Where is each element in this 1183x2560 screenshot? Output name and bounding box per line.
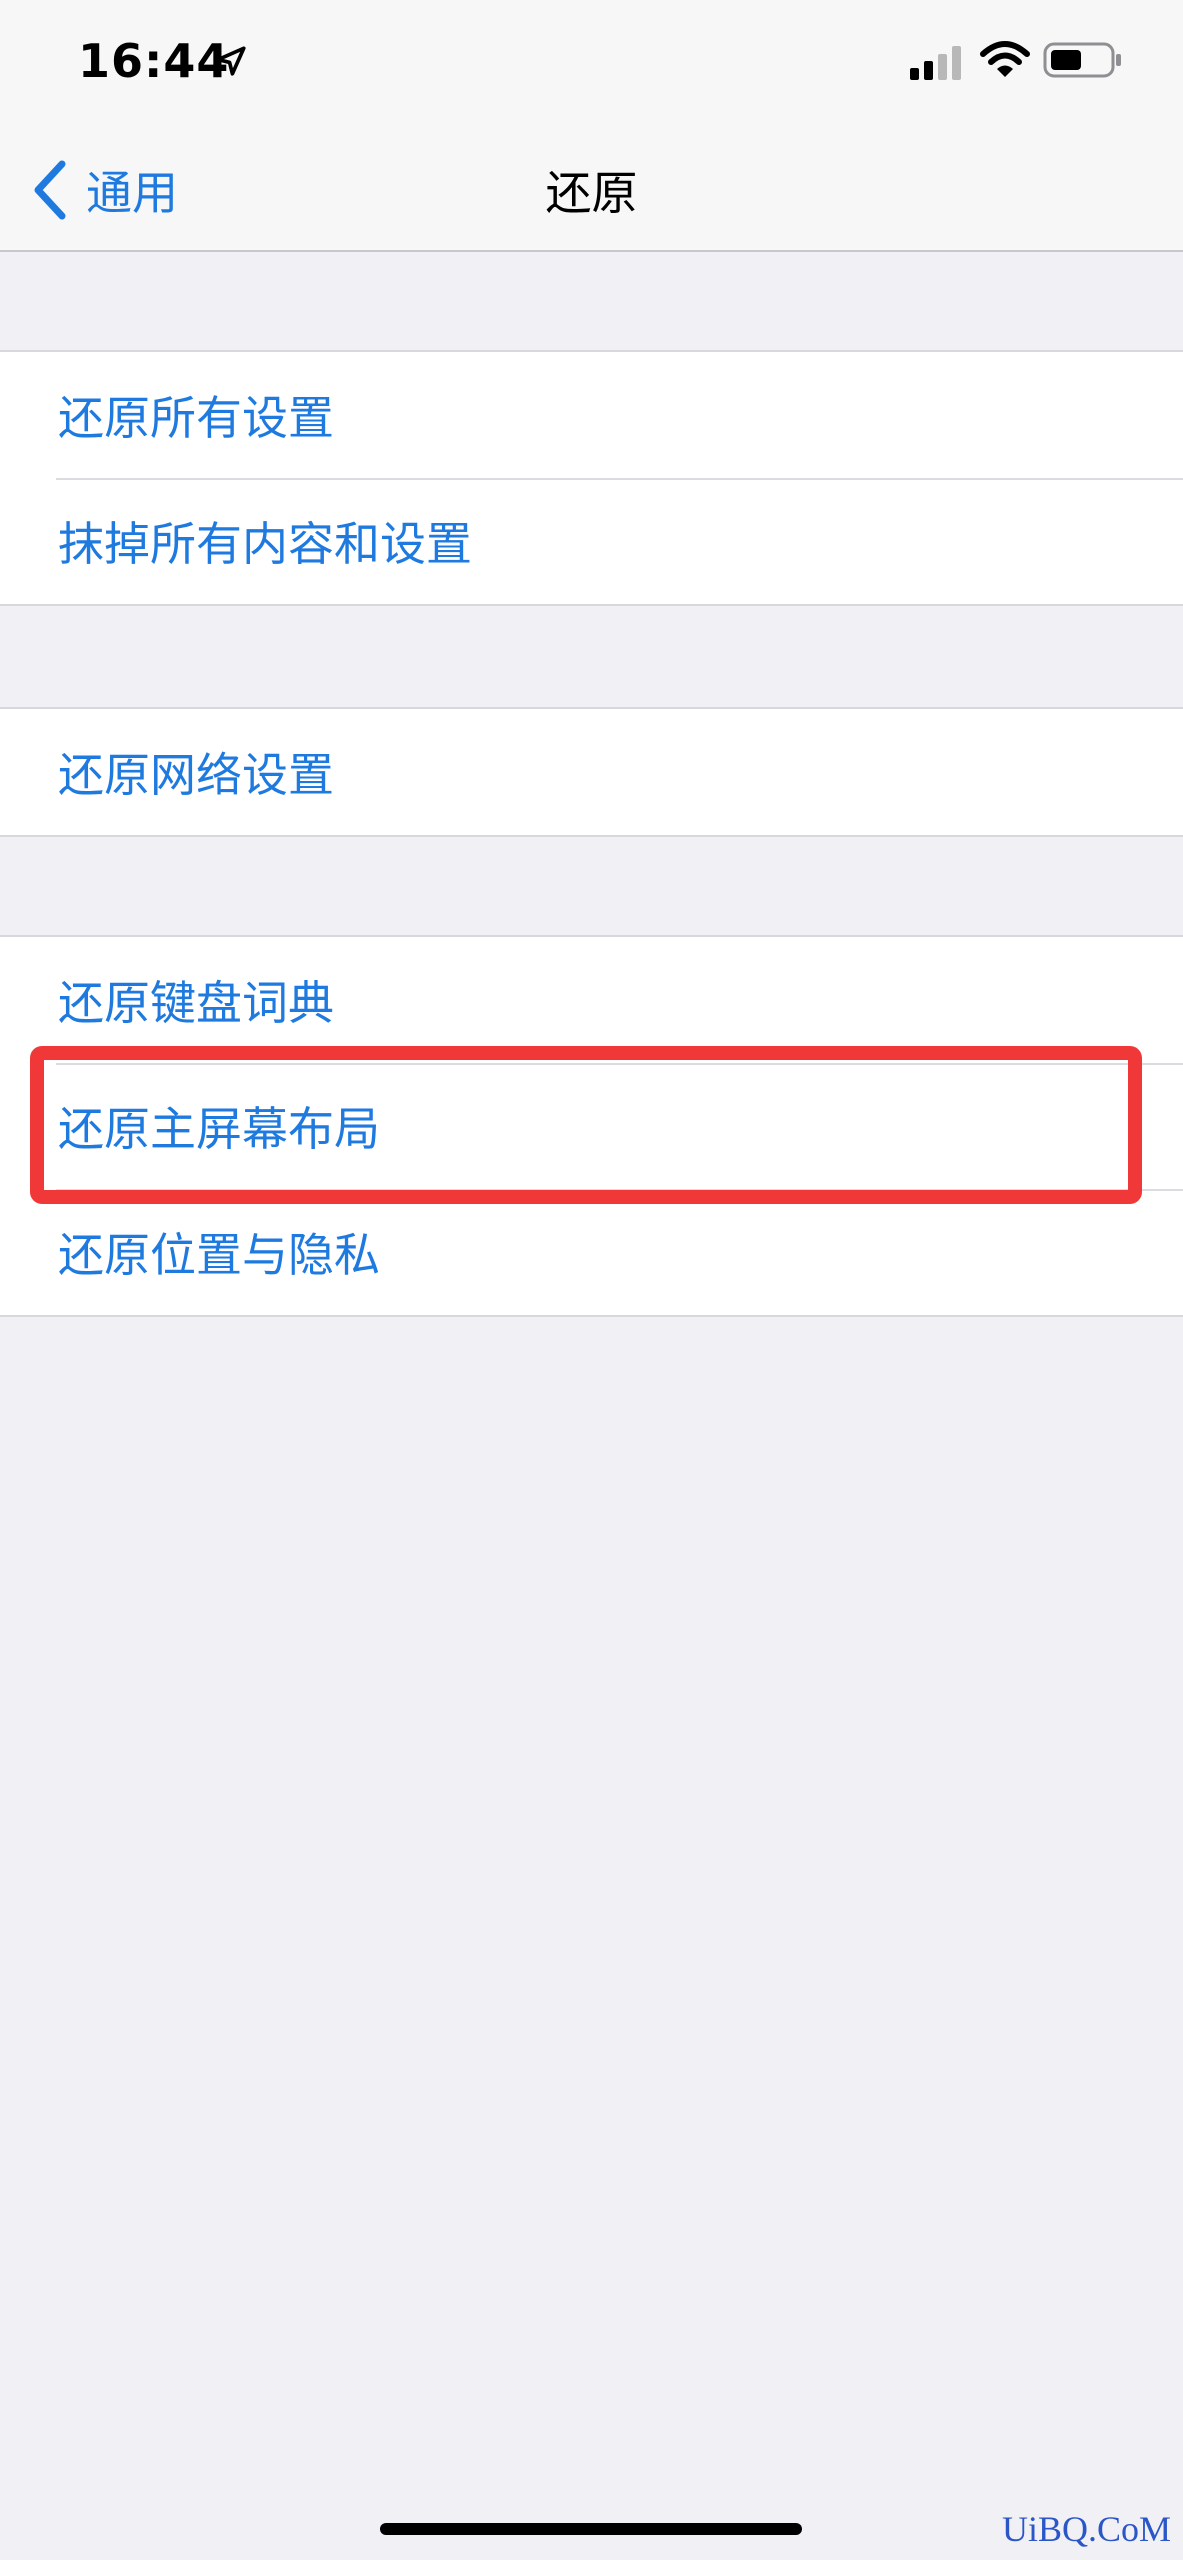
battery-icon [1043,42,1121,78]
reset-all-settings-item[interactable]: 还原所有设置 [0,352,1183,478]
reset-home-screen-layout-item[interactable]: 还原主屏幕布局 [0,1063,1183,1189]
list-item-label: 还原键盘词典 [58,976,334,1030]
list-item-label: 还原主屏幕布局 [58,1102,380,1156]
settings-group-other: 还原键盘词典 还原主屏幕布局 还原位置与隐私 [0,935,1183,1317]
list-item-label: 还原位置与隐私 [58,1228,380,1282]
back-button-label: 通用 [86,166,178,220]
watermark: UiBQ.CoM [1001,2509,1171,2549]
reset-location-privacy-item[interactable]: 还原位置与隐私 [0,1189,1183,1315]
reset-network-settings-item[interactable]: 还原网络设置 [0,709,1183,835]
cellular-signal-icon [910,46,961,80]
home-indicator[interactable] [380,2523,802,2535]
erase-all-content-item[interactable]: 抹掉所有内容和设置 [0,478,1183,604]
reset-keyboard-dictionary-item[interactable]: 还原键盘词典 [0,937,1183,1063]
status-bar: 16:44 [0,0,1183,130]
status-time: 16:44 [78,34,230,88]
back-button[interactable]: 通用 [30,152,178,228]
list-item-label: 还原所有设置 [58,391,334,445]
list-item-label: 还原网络设置 [58,748,334,802]
wifi-icon [980,41,1030,77]
navigation-bar: 还原 通用 [0,130,1183,252]
settings-group-reset: 还原所有设置 抹掉所有内容和设置 [0,350,1183,606]
chevron-left-icon [34,160,66,220]
list-item-label: 抹掉所有内容和设置 [58,517,472,571]
location-arrow-icon [216,46,246,76]
settings-group-network: 还原网络设置 [0,707,1183,837]
